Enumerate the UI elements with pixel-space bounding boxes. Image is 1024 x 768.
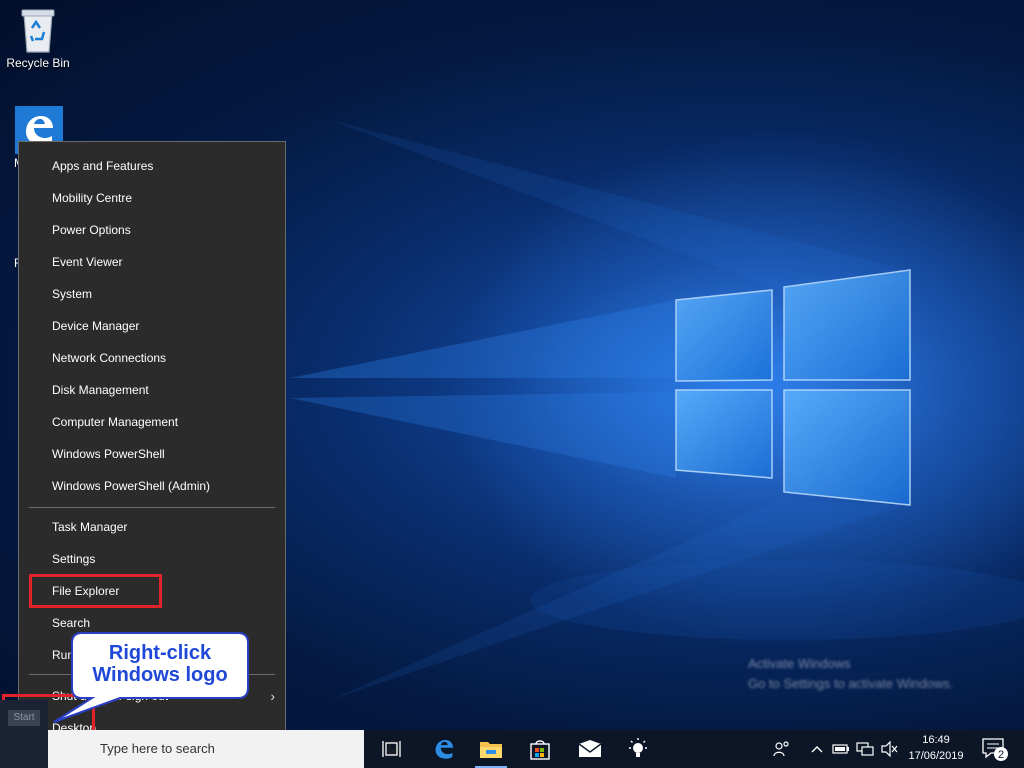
taskbar-mail-button[interactable] [566, 730, 614, 768]
network-button[interactable] [854, 730, 876, 768]
clock-date: 17/06/2019 [908, 750, 964, 762]
show-hidden-icons-button[interactable] [808, 730, 826, 768]
menu-item-disk-management[interactable]: Disk Management [19, 375, 285, 405]
watermark-subtitle: Go to Settings to activate Windows. [748, 676, 954, 691]
menu-item-apps-and-features[interactable]: Apps and Features [19, 151, 285, 181]
taskbar-file-explorer-button[interactable] [467, 730, 515, 768]
recycle-bin-icon [21, 9, 55, 53]
menu-separator [29, 507, 275, 508]
taskbar-clock[interactable]: 16:49 17/06/2019 [902, 732, 970, 764]
menu-item-event-viewer[interactable]: Event Viewer [19, 247, 285, 277]
taskbar-tips-button[interactable] [614, 730, 662, 768]
notification-icon[interactable]: 2 [980, 736, 1010, 762]
menu-item-windows-powershell-admin[interactable]: Windows PowerShell (Admin) [19, 471, 285, 501]
recycle-bin-shortcut[interactable]: Recycle Bin [0, 6, 76, 70]
edge-icon [435, 739, 454, 759]
people-button[interactable] [770, 730, 794, 768]
people-icon [773, 741, 789, 757]
callout-line-2: Windows logo [92, 664, 228, 686]
mail-icon [578, 740, 602, 757]
folder-icon [480, 742, 502, 758]
taskbar-store-button[interactable] [516, 730, 564, 768]
clock-time: 16:49 [922, 734, 950, 746]
activate-windows-watermark: Activate Windows Go to Settings to activ… [748, 654, 953, 694]
submenu-chevron-icon: › [270, 688, 275, 704]
menu-item-power-options[interactable]: Power Options [19, 215, 285, 245]
network-icon [856, 742, 874, 756]
menu-item-settings[interactable]: Settings [19, 544, 285, 574]
chevron-up-icon [811, 746, 823, 753]
start-tooltip: Start [8, 710, 40, 726]
callout-line-1: Right-click [108, 642, 212, 664]
watermark-title: Activate Windows [748, 656, 851, 671]
menu-item-system[interactable]: System [19, 279, 285, 309]
menu-item-device-manager[interactable]: Device Manager [19, 311, 285, 341]
store-bag-icon [530, 740, 550, 760]
task-view-button[interactable] [368, 730, 416, 768]
volume-button[interactable] [878, 730, 900, 768]
task-view-icon [382, 741, 401, 757]
recycle-bin-label: Recycle Bin [6, 56, 70, 70]
menu-item-task-manager[interactable]: Task Manager [19, 512, 285, 542]
battery-button[interactable] [830, 730, 852, 768]
callout-text: Right-click Windows logo [74, 642, 246, 686]
menu-item-mobility-centre[interactable]: Mobility Centre [19, 183, 285, 213]
menu-item-computer-management[interactable]: Computer Management [19, 407, 285, 437]
notification-count-badge: 2 [998, 749, 1004, 761]
lightbulb-icon [629, 738, 647, 757]
battery-icon [832, 744, 849, 754]
taskbar-edge-button[interactable] [420, 730, 468, 768]
menu-item-windows-powershell[interactable]: Windows PowerShell [19, 439, 285, 469]
search-placeholder: Type here to search [100, 741, 215, 756]
menu-item-search[interactable]: Search [19, 608, 285, 638]
volume-muted-icon [881, 741, 898, 757]
taskbar-search-box[interactable]: Type here to search [48, 730, 399, 768]
menu-item-network-connections[interactable]: Network Connections [19, 343, 285, 373]
file-explorer-highlight [29, 574, 162, 608]
